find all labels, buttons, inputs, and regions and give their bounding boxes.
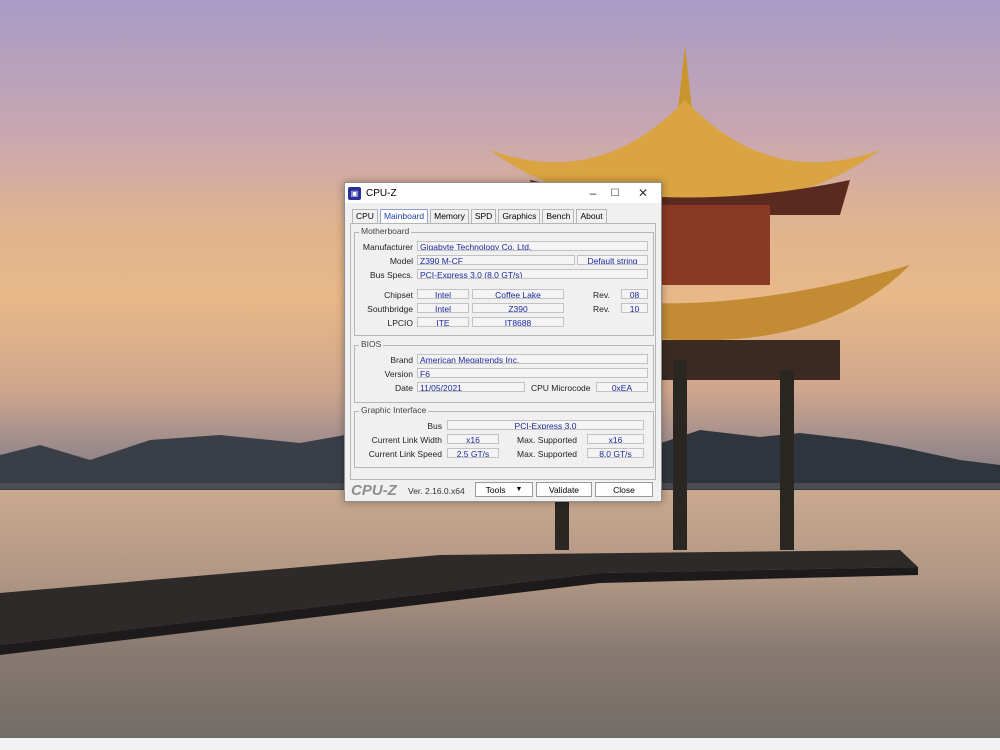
motherboard-legend: Motherboard <box>359 226 412 236</box>
maximize-icon[interactable]: ☐ <box>607 185 623 201</box>
tab-bar: CPU Mainboard Memory SPD Graphics Bench … <box>345 203 661 223</box>
minimize-icon[interactable]: – <box>585 185 601 201</box>
lpcio-name-value: IT8688 <box>472 317 564 327</box>
link-width-value: x16 <box>447 434 499 444</box>
graphic-bus-label: Bus <box>427 421 442 431</box>
chipset-vendor-value: Intel <box>417 289 469 299</box>
chipset-label: Chipset <box>384 290 413 300</box>
link-speed-label: Current Link Speed <box>368 449 442 459</box>
tab-spd[interactable]: SPD <box>470 209 497 223</box>
chipset-rev-label: Rev. <box>593 290 610 300</box>
title-bar[interactable]: ▣ CPU-Z – ☐ ✕ <box>345 183 661 203</box>
southbridge-vendor-value: Intel <box>417 303 469 313</box>
southbridge-rev-label: Rev. <box>593 304 610 314</box>
cpu-microcode-value: 0xEA <box>596 382 648 392</box>
validate-button[interactable]: Validate <box>536 482 592 497</box>
chipset-name-value: Coffee Lake <box>472 289 564 299</box>
close-button[interactable]: Close <box>595 482 653 497</box>
wallpaper-pier <box>0 550 918 655</box>
model-label: Model <box>389 256 413 266</box>
bios-group: BIOS Brand American Megatrends Inc. Vers… <box>354 339 654 403</box>
model-value: Z390 M-CF <box>417 255 575 265</box>
bus-specs-label: Bus Specs. <box>370 270 413 280</box>
tools-button[interactable]: Tools ▼ <box>475 482 533 497</box>
manufacturer-label: Manufacturer <box>362 242 413 252</box>
lpcio-label: LPCIO <box>387 318 413 328</box>
screen-bezel <box>0 738 1000 750</box>
max-speed-value: 8.0 GT/s <box>587 448 644 458</box>
cpu-microcode-label: CPU Microcode <box>531 383 591 393</box>
link-speed-value: 2.5 GT/s <box>447 448 499 458</box>
max-speed-label: Max. Supported <box>517 449 578 459</box>
max-width-value: x16 <box>587 434 644 444</box>
cpuz-window[interactable]: ▣ CPU-Z – ☐ ✕ CPU Mainboard Memory SPD G… <box>344 182 662 502</box>
tab-memory[interactable]: Memory <box>430 209 469 223</box>
cpuz-brand-logo: CPU-Z <box>351 482 397 499</box>
southbridge-label: Southbridge <box>367 304 413 314</box>
graphic-interface-legend: Graphic Interface <box>359 405 429 415</box>
southbridge-rev-value: 10 <box>621 303 648 313</box>
tab-cpu[interactable]: CPU <box>352 209 378 223</box>
tab-about[interactable]: About <box>576 209 607 223</box>
bus-specs-value: PCI-Express 3.0 (8.0 GT/s) <box>417 269 648 279</box>
bios-brand-value: American Megatrends Inc. <box>417 354 648 364</box>
tab-graphics[interactable]: Graphics <box>498 209 541 223</box>
window-title: CPU-Z <box>366 187 397 199</box>
version-text: Ver. 2.16.0.x64 <box>408 486 465 496</box>
graphic-interface-group: Graphic Interface Bus PCI-Express 3.0 Cu… <box>354 405 654 468</box>
tools-label: Tools <box>485 484 506 495</box>
max-width-label: Max. Supported <box>517 435 578 445</box>
footer-bar: CPU-Z Ver. 2.16.0.x64 Tools ▼ Validate C… <box>345 479 661 501</box>
motherboard-group: Motherboard Manufacturer Gigabyte Techno… <box>354 226 654 336</box>
lpcio-vendor-value: ITE <box>417 317 469 327</box>
cpuz-app-icon: ▣ <box>348 186 361 200</box>
bios-version-label: Version <box>384 369 413 379</box>
link-width-label: Current Link Width <box>371 435 442 445</box>
tab-mainboard[interactable]: Mainboard <box>379 209 429 223</box>
bios-brand-label: Brand <box>390 355 413 365</box>
tab-bench[interactable]: Bench <box>542 209 575 223</box>
dropdown-arrow-icon: ▼ <box>515 486 523 493</box>
mainboard-panel: Motherboard Manufacturer Gigabyte Techno… <box>350 223 656 480</box>
bios-date-value: 11/05/2021 <box>417 382 525 392</box>
bios-date-label: Date <box>395 383 413 393</box>
graphic-bus-value: PCI-Express 3.0 <box>447 420 644 430</box>
bios-version-value: F6 <box>417 368 648 378</box>
model-extra-value: Default string <box>577 255 648 265</box>
manufacturer-value: Gigabyte Technology Co. Ltd. <box>417 241 648 251</box>
chipset-rev-value: 08 <box>621 289 648 299</box>
southbridge-name-value: Z390 <box>472 303 564 313</box>
bios-legend: BIOS <box>359 339 384 349</box>
close-icon[interactable]: ✕ <box>635 185 651 201</box>
